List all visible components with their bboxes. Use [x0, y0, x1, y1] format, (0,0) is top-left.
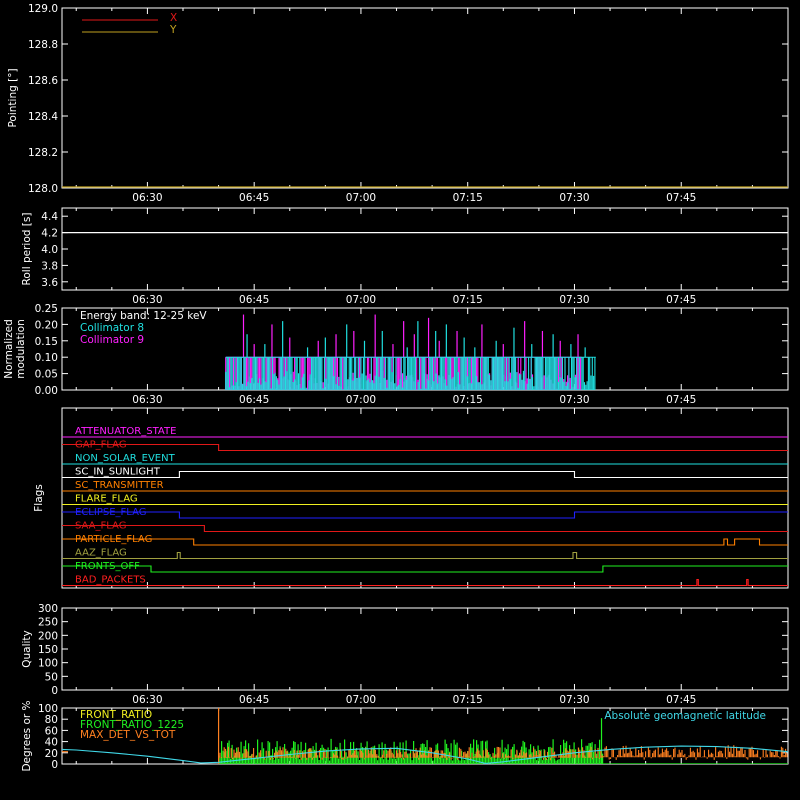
y-axis-label-line: modulation	[15, 319, 27, 378]
x-tick-label: 07:45	[666, 192, 696, 204]
x-tick-label: 07:30	[559, 694, 589, 706]
x-tick-label: 07:45	[666, 294, 696, 306]
y-tick-label: 4.2	[41, 228, 58, 240]
flag-label: AAZ_FLAG	[75, 548, 127, 559]
y-tick-label: 3.8	[41, 260, 58, 272]
x-tick-label: 06:30	[132, 294, 162, 306]
flag-label: BAD_PACKETS	[75, 575, 146, 586]
y-tick-label: 128.4	[28, 111, 58, 123]
x-tick-label: 06:45	[239, 294, 269, 306]
flag-label: PARTICLE_FLAG	[75, 534, 152, 545]
y-tick-label: 60	[45, 725, 58, 737]
y-tick-label: 50	[45, 671, 58, 683]
flag-label: FRONTS_OFF	[75, 561, 140, 572]
flag-label: GAP_FLAG	[75, 440, 127, 451]
y-tick-label: 0	[51, 685, 58, 697]
legend-label: Collimator 8	[80, 322, 144, 334]
y-tick-label: 80	[45, 714, 58, 726]
x-tick-label: 07:15	[453, 192, 483, 204]
x-tick-label: 07:00	[346, 394, 376, 406]
legend-label: MAX_DET_VS_TOT	[80, 729, 176, 741]
y-tick-label: 250	[38, 617, 58, 629]
legend-label: X	[170, 12, 177, 24]
x-tick-label: 07:00	[346, 192, 376, 204]
x-tick-label: 06:30	[132, 694, 162, 706]
y-tick-label: 128.2	[28, 147, 58, 159]
y-tick-label: 0	[51, 759, 58, 771]
flag-label: ECLIPSE_FLAG	[75, 507, 146, 518]
x-tick-label: 07:45	[666, 394, 696, 406]
y-axis-label: Roll period [s]	[21, 213, 33, 286]
y-axis-label-line: Normalized	[3, 319, 15, 379]
y-tick-label: 40	[45, 737, 58, 749]
y-tick-label: 128.6	[28, 75, 58, 87]
x-tick-label: 07:30	[559, 294, 589, 306]
y-tick-label: 100	[38, 703, 58, 715]
y-axis-label: Normalizedmodulation	[3, 319, 27, 379]
y-tick-label: 0.20	[35, 319, 58, 331]
y-tick-label: 200	[38, 630, 58, 642]
legend-label: Collimator 9	[80, 334, 144, 346]
x-tick-label: 06:30	[132, 394, 162, 406]
x-tick-label: 07:30	[559, 192, 589, 204]
annotation-geomag: Absolute geomagnetic latitude	[604, 710, 766, 722]
y-axis-label: Degrees or %	[21, 700, 33, 771]
y-axis-label: Pointing [°]	[7, 68, 19, 127]
x-tick-label: 07:15	[453, 294, 483, 306]
y-tick-label: 4.4	[41, 211, 58, 223]
y-tick-label: 300	[38, 603, 58, 615]
spacecraft-status-chart: 06:30 06:45 07:00 07:15 07:30 07:45 128.0 128.2…	[0, 0, 800, 800]
x-tick-label: 06:45	[239, 192, 269, 204]
flag-label: FLARE_FLAG	[75, 494, 138, 505]
y-tick-label: 129.0	[28, 3, 58, 15]
flag-label: ATTENUATOR_STATE	[75, 426, 176, 437]
modulation-bars	[225, 357, 596, 390]
x-tick-label: 06:45	[239, 694, 269, 706]
y-tick-label: 150	[38, 644, 58, 656]
flag-label: NON_SOLAR_EVENT	[75, 453, 176, 464]
flag-label: SC_TRANSMITTER	[75, 480, 164, 491]
y-tick-label: 100	[38, 658, 58, 670]
flag-label: SC_IN_SUNLIGHT	[75, 467, 161, 478]
y-tick-label: 0.00	[35, 385, 58, 397]
y-tick-label: 0.15	[35, 336, 58, 348]
y-axis-label: Quality	[21, 630, 33, 668]
y-tick-label: 128.0	[28, 183, 58, 195]
y-tick-label: 3.6	[41, 277, 58, 289]
flag-label: SAA_FLAG	[75, 521, 126, 532]
y-tick-label: 0.10	[35, 352, 58, 364]
x-tick-label: 07:00	[346, 694, 376, 706]
x-tick-label: 07:15	[453, 394, 483, 406]
x-tick-label: 07:00	[346, 294, 376, 306]
y-axis-label: Flags	[33, 484, 45, 512]
x-tick-label: 07:30	[559, 394, 589, 406]
y-tick-label: 0.25	[35, 303, 58, 315]
y-tick-label: 20	[45, 748, 58, 760]
x-tick-label: 06:30	[132, 192, 162, 204]
x-tick-label: 07:45	[666, 694, 696, 706]
x-tick-label: 07:15	[453, 694, 483, 706]
y-tick-label: 4.0	[41, 244, 58, 256]
x-tick-label: 06:45	[239, 394, 269, 406]
annotation-energy-band: Energy band: 12-25 keV	[80, 310, 207, 322]
y-tick-label: 128.8	[28, 39, 58, 51]
y-tick-label: 0.05	[35, 369, 58, 381]
legend-label: Y	[169, 24, 177, 36]
